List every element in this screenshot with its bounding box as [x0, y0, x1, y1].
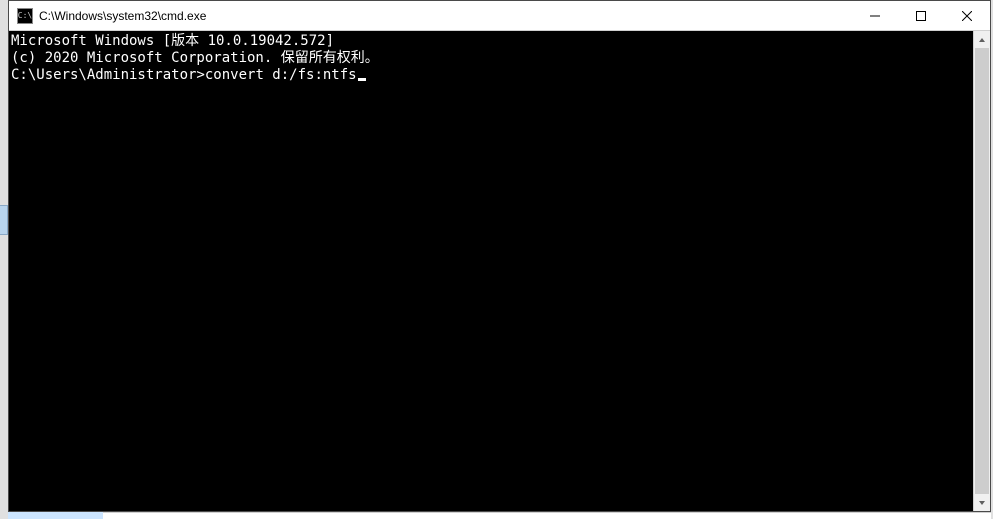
- chevron-up-icon: [978, 36, 986, 44]
- scrollbar-thumb[interactable]: [975, 48, 989, 494]
- terminal-prompt-line: C:\Users\Administrator>convert d:/fs:ntf…: [9, 67, 973, 84]
- client-area: Microsoft Windows [版本 10.0.19042.572](c)…: [9, 31, 990, 511]
- command-text: convert d:/fs:ntfs: [205, 67, 357, 83]
- prompt-text: C:\Users\Administrator>: [11, 67, 205, 83]
- terminal-line: (c) 2020 Microsoft Corporation. 保留所有权利。: [9, 50, 973, 67]
- left-edge-tab: [0, 205, 8, 235]
- scroll-down-button[interactable]: [974, 494, 990, 511]
- cmd-icon: C:\: [17, 8, 33, 24]
- maximize-button[interactable]: [898, 1, 944, 30]
- terminal-output[interactable]: Microsoft Windows [版本 10.0.19042.572](c)…: [9, 31, 973, 511]
- cursor-icon: [358, 78, 366, 81]
- minimize-icon: [870, 11, 880, 21]
- close-icon: [962, 11, 972, 21]
- cmd-window: C:\ C:\Windows\system32\cmd.exe Microsof…: [8, 0, 991, 512]
- bottom-strip: [8, 512, 991, 519]
- scrollbar-track[interactable]: [974, 48, 990, 494]
- scroll-up-button[interactable]: [974, 31, 990, 48]
- bottom-strip-highlight: [8, 512, 103, 519]
- close-button[interactable]: [944, 1, 990, 30]
- vertical-scrollbar[interactable]: [973, 31, 990, 511]
- window-controls: [852, 1, 990, 30]
- titlebar[interactable]: C:\ C:\Windows\system32\cmd.exe: [9, 1, 990, 31]
- minimize-button[interactable]: [852, 1, 898, 30]
- maximize-icon: [916, 11, 926, 21]
- terminal-line: Microsoft Windows [版本 10.0.19042.572]: [9, 33, 973, 50]
- window-title: C:\Windows\system32\cmd.exe: [39, 9, 852, 23]
- chevron-down-icon: [978, 499, 986, 507]
